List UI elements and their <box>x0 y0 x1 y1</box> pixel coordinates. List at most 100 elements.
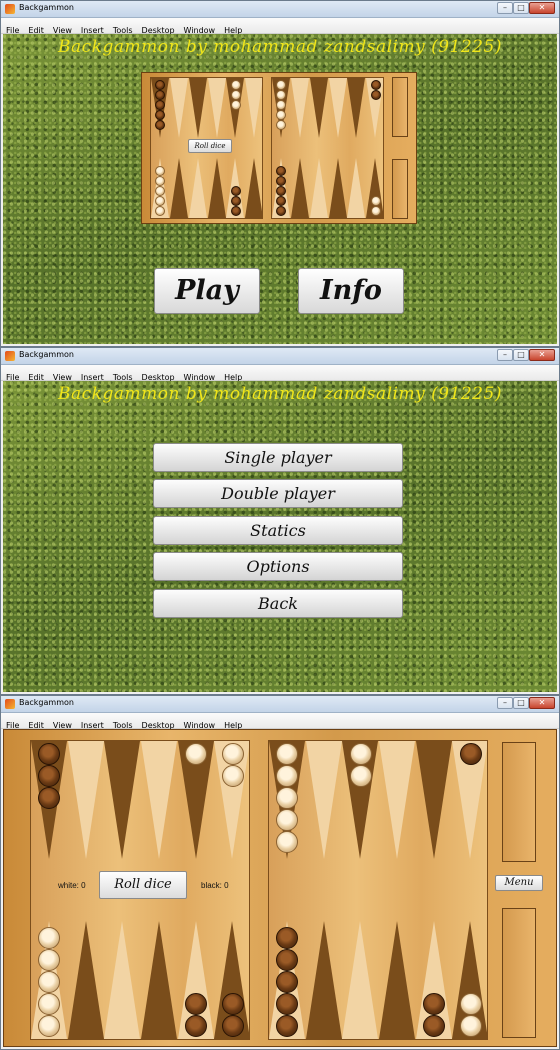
close-button[interactable]: ✕ <box>529 2 555 14</box>
white-checker[interactable] <box>230 100 241 110</box>
board-point[interactable] <box>290 78 309 138</box>
board-preview-right-half <box>271 77 384 219</box>
white-checker[interactable] <box>221 743 244 765</box>
board-left-half[interactable]: Roll dice white: 0 black: 0 <box>30 740 250 1040</box>
bear-off-tray-bottom[interactable] <box>502 908 536 1038</box>
single-player-button[interactable]: Single player <box>153 443 403 472</box>
board-point[interactable] <box>347 78 366 138</box>
minimize-button[interactable]: – <box>497 349 513 361</box>
back-button[interactable]: Back <box>153 589 403 618</box>
board-point[interactable] <box>67 921 104 1039</box>
menu-button[interactable]: Menu <box>495 875 543 891</box>
menu-bar: File Edit View Insert Tools Desktop Window Help <box>1 713 559 730</box>
matlab-app-icon <box>5 699 15 709</box>
board-point[interactable] <box>141 921 177 1039</box>
minimize-button[interactable]: – <box>497 2 513 14</box>
close-button[interactable]: ✕ <box>529 349 555 361</box>
board-point[interactable] <box>309 78 328 138</box>
black-checker[interactable] <box>221 1015 244 1037</box>
minimize-button[interactable]: – <box>497 697 513 709</box>
options-button[interactable]: Options <box>153 552 403 581</box>
black-score: black: 0 <box>201 881 229 890</box>
board-point[interactable] <box>67 741 104 859</box>
board-point[interactable] <box>305 921 342 1039</box>
white-checker[interactable] <box>370 206 381 216</box>
board-point[interactable] <box>188 158 207 218</box>
white-checker[interactable] <box>221 765 244 787</box>
board-point[interactable] <box>104 921 141 1039</box>
start-screen: Backgammon by mohammad zandsalimy (91225… <box>3 34 557 344</box>
white-checker[interactable] <box>349 765 372 787</box>
white-checker[interactable] <box>185 743 207 765</box>
black-checker[interactable] <box>230 186 241 196</box>
white-checker[interactable] <box>459 1015 482 1037</box>
board-preview-image: Roll dice <box>141 72 417 224</box>
menu-bar: File Edit View Insert Tools Desktop Window Help <box>1 365 559 382</box>
menu-bar: File Edit View Insert Tools Desktop Window Help <box>1 18 559 35</box>
board-point[interactable] <box>141 741 177 859</box>
board-point[interactable] <box>245 78 262 138</box>
play-button[interactable]: Play <box>154 268 260 314</box>
board-point[interactable] <box>169 78 188 138</box>
board-point[interactable] <box>379 921 415 1039</box>
game-board: Roll dice white: 0 black: 0 Menu <box>3 729 557 1047</box>
maximize-button[interactable]: □ <box>513 349 529 361</box>
window-mode-menu: Backgammon – □ ✕ File Edit View Insert Tools… <box>0 347 560 695</box>
board-point[interactable] <box>328 78 347 138</box>
black-checker[interactable] <box>423 993 445 1015</box>
black-checker[interactable] <box>185 993 207 1015</box>
black-checker[interactable] <box>221 993 244 1015</box>
matlab-app-icon <box>5 351 15 361</box>
board-preview-tray-top <box>392 77 408 137</box>
title-bar[interactable]: Backgammon – □ ✕ <box>1 696 559 713</box>
board-point[interactable] <box>188 78 207 138</box>
board-point[interactable] <box>207 78 226 138</box>
board-preview-roll-dice: Roll dice <box>188 139 232 153</box>
maximize-button[interactable]: □ <box>513 2 529 14</box>
board-point[interactable] <box>342 921 379 1039</box>
window-title: Backgammon <box>19 350 74 359</box>
black-checker[interactable] <box>423 1015 445 1037</box>
board-point[interactable] <box>379 741 415 859</box>
window-start: Backgammon – □ ✕ File Edit View Insert Tools… <box>0 0 560 347</box>
statics-button[interactable]: Statics <box>153 516 403 545</box>
board-point[interactable] <box>328 158 347 218</box>
matlab-app-icon <box>5 4 15 14</box>
board-point[interactable] <box>245 158 262 218</box>
window-title: Backgammon <box>19 698 74 707</box>
board-right-half[interactable] <box>268 740 488 1040</box>
board-point[interactable] <box>309 158 328 218</box>
app-heading: Backgammon by mohammad zandsalimy (91225… <box>58 384 502 404</box>
mode-menu-screen: Backgammon by mohammad zandsalimy (91225… <box>3 381 557 692</box>
bear-off-tray-top[interactable] <box>502 742 536 862</box>
info-button[interactable]: Info <box>298 268 404 314</box>
title-bar[interactable]: Backgammon – □ ✕ <box>1 348 559 365</box>
board-point[interactable] <box>305 741 342 859</box>
double-player-button[interactable]: Double player <box>153 479 403 508</box>
window-title: Backgammon <box>19 3 74 12</box>
board-point[interactable] <box>415 741 452 859</box>
black-checker[interactable] <box>459 743 482 765</box>
roll-dice-button[interactable]: Roll dice <box>99 871 187 899</box>
white-checker[interactable] <box>230 90 241 100</box>
board-point[interactable] <box>207 158 226 218</box>
black-checker[interactable] <box>370 90 381 100</box>
black-checker[interactable] <box>230 196 241 206</box>
board-point[interactable] <box>290 158 309 218</box>
board-point[interactable] <box>104 741 141 859</box>
black-checker[interactable] <box>185 1015 207 1037</box>
white-checker[interactable] <box>230 80 241 90</box>
title-bar[interactable]: Backgammon – □ ✕ <box>1 1 559 18</box>
close-button[interactable]: ✕ <box>529 697 555 709</box>
app-heading: Backgammon by mohammad zandsalimy (91225… <box>58 37 502 57</box>
maximize-button[interactable]: □ <box>513 697 529 709</box>
white-checker[interactable] <box>370 196 381 206</box>
white-checker[interactable] <box>459 993 482 1015</box>
board-point[interactable] <box>169 158 188 218</box>
black-checker[interactable] <box>370 80 381 90</box>
window-game-board: Backgammon – □ ✕ File Edit View Insert Tools… <box>0 695 560 1050</box>
board-preview-tray-bottom <box>392 159 408 219</box>
board-point[interactable] <box>347 158 366 218</box>
black-checker[interactable] <box>230 206 241 216</box>
white-checker[interactable] <box>349 743 372 765</box>
